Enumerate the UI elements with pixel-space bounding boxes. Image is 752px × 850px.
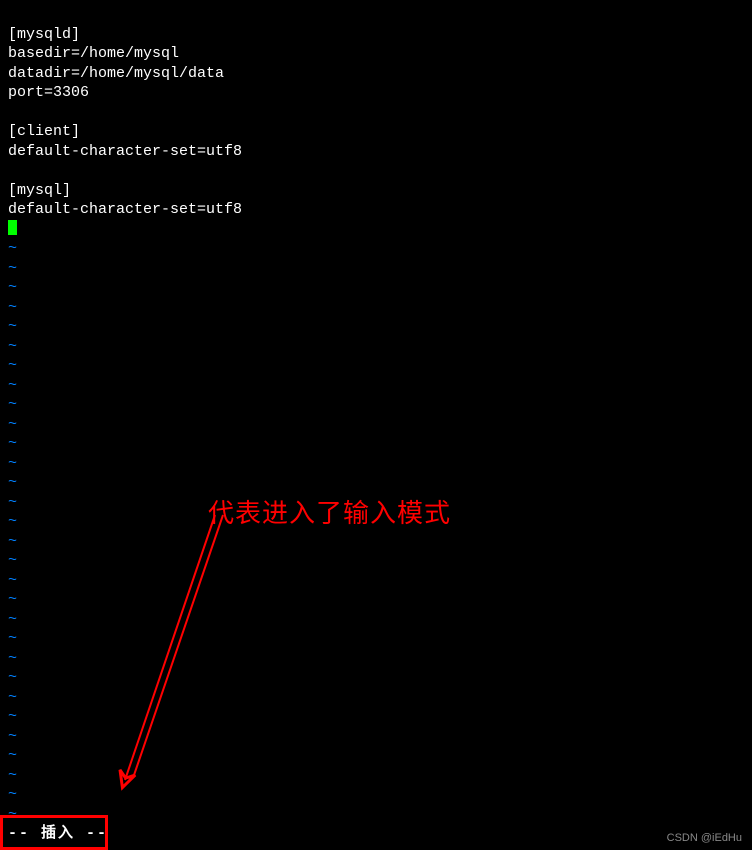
vim-tilde: ~ [8, 474, 17, 491]
config-section-mysqld: [mysqld] [8, 26, 80, 43]
vim-tilde: ~ [8, 728, 17, 745]
vim-tilde: ~ [8, 513, 17, 530]
vim-tilde: ~ [8, 435, 17, 452]
vim-tilde: ~ [8, 299, 17, 316]
vim-tilde: ~ [8, 591, 17, 608]
vim-tilde: ~ [8, 767, 17, 784]
vim-tilde: ~ [8, 669, 17, 686]
config-client-charset: default-character-set=utf8 [8, 143, 242, 160]
config-mysql-charset: default-character-set=utf8 [8, 201, 242, 218]
vim-tilde: ~ [8, 552, 17, 569]
config-section-client: [client] [8, 123, 80, 140]
vim-tilde: ~ [8, 279, 17, 296]
watermark-text: CSDN @iEdHu [667, 832, 742, 844]
vim-tilde: ~ [8, 630, 17, 647]
vim-tilde: ~ [8, 416, 17, 433]
vim-editor[interactable]: [mysqld] basedir=/home/mysql datadir=/ho… [0, 0, 752, 829]
vim-tilde: ~ [8, 494, 17, 511]
vim-tilde: ~ [8, 318, 17, 335]
config-section-mysql: [mysql] [8, 182, 71, 199]
vim-tilde: ~ [8, 396, 17, 413]
vim-tilde: ~ [8, 689, 17, 706]
config-port: port=3306 [8, 84, 89, 101]
vim-tilde: ~ [8, 357, 17, 374]
cursor-icon [8, 220, 17, 235]
vim-tilde: ~ [8, 708, 17, 725]
vim-tilde: ~ [8, 611, 17, 628]
vim-tilde: ~ [8, 455, 17, 472]
vim-tilde: ~ [8, 533, 17, 550]
vim-tilde: ~ [8, 786, 17, 803]
config-basedir: basedir=/home/mysql [8, 45, 179, 62]
vim-tilde: ~ [8, 377, 17, 394]
vim-status-bar: -- 插入 -- [0, 821, 752, 842]
vim-tilde: ~ [8, 260, 17, 277]
insert-mode-indicator: -- 插入 -- [8, 825, 108, 842]
vim-tilde: ~ [8, 650, 17, 667]
vim-tilde: ~ [8, 240, 17, 257]
vim-tilde: ~ [8, 806, 17, 823]
vim-tilde: ~ [8, 338, 17, 355]
vim-tilde: ~ [8, 572, 17, 589]
config-datadir: datadir=/home/mysql/data [8, 65, 224, 82]
vim-tilde: ~ [8, 747, 17, 764]
